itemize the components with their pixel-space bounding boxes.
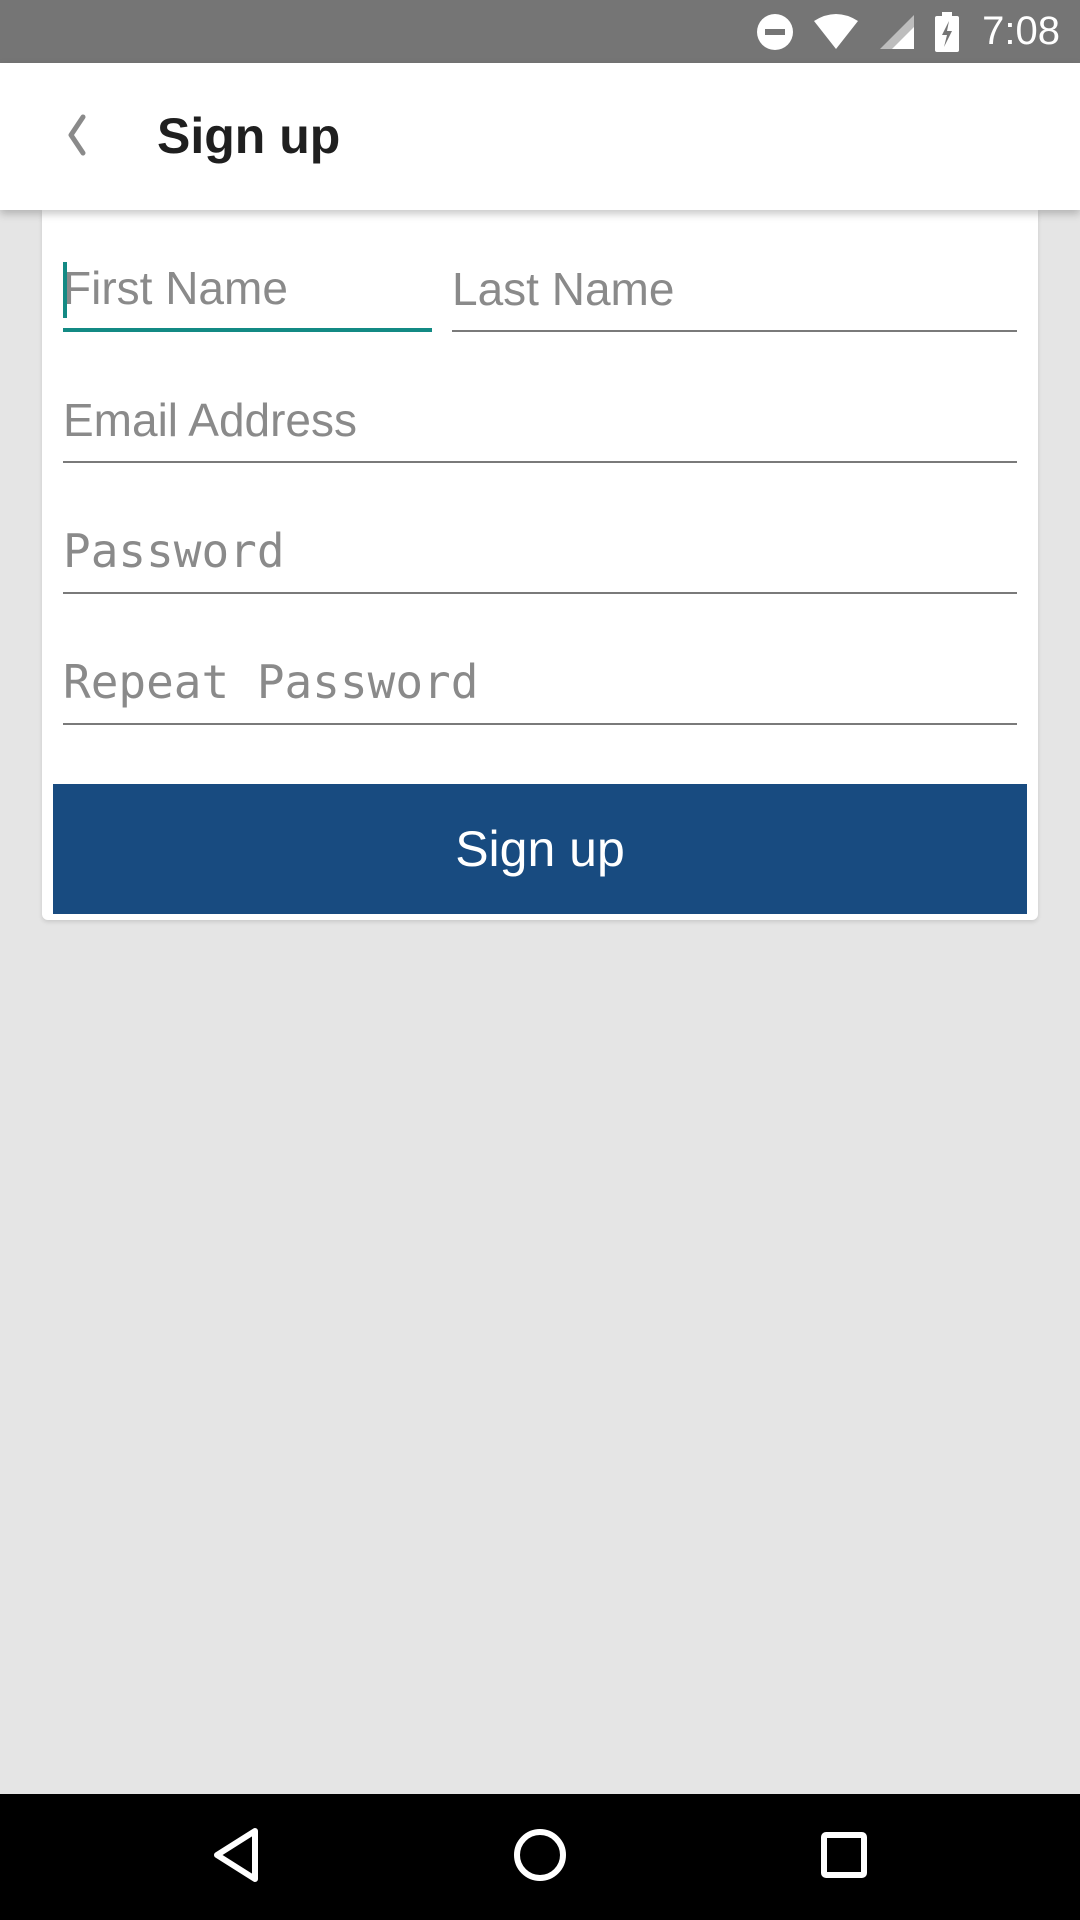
email-field[interactable]	[63, 385, 1017, 463]
status-icons: 7:08	[756, 0, 1060, 63]
last-name-field-wrap	[452, 254, 1017, 334]
home-circle-icon	[513, 1828, 567, 1887]
back-triangle-icon	[211, 1827, 261, 1888]
nav-back-button[interactable]	[176, 1794, 296, 1920]
cell-signal-icon	[878, 13, 916, 51]
do-not-disturb-icon	[756, 13, 794, 51]
screen: 7:08 Sign up Sign up	[0, 0, 1080, 1920]
repeat-password-field-wrap	[63, 647, 1017, 727]
status-bar: 7:08	[0, 0, 1080, 63]
nav-recents-button[interactable]	[784, 1794, 904, 1920]
back-button[interactable]	[40, 101, 112, 173]
battery-charging-icon	[934, 11, 960, 52]
navigation-bar	[0, 1794, 1080, 1920]
sign-up-button[interactable]: Sign up	[53, 784, 1027, 914]
nav-home-button[interactable]	[480, 1794, 600, 1920]
app-bar: Sign up	[0, 63, 1080, 210]
status-time: 7:08	[982, 9, 1060, 53]
last-name-field[interactable]	[452, 254, 1017, 332]
text-caret	[63, 262, 67, 318]
page-title: Sign up	[157, 108, 341, 164]
chevron-left-icon	[63, 113, 89, 162]
first-name-field[interactable]	[63, 254, 432, 332]
first-name-field-wrap	[63, 254, 432, 334]
password-field[interactable]	[63, 516, 1017, 594]
wifi-icon	[812, 13, 860, 51]
email-field-wrap	[63, 385, 1017, 465]
recents-square-icon	[820, 1831, 868, 1884]
repeat-password-field[interactable]	[63, 647, 1017, 725]
password-field-wrap	[63, 516, 1017, 596]
